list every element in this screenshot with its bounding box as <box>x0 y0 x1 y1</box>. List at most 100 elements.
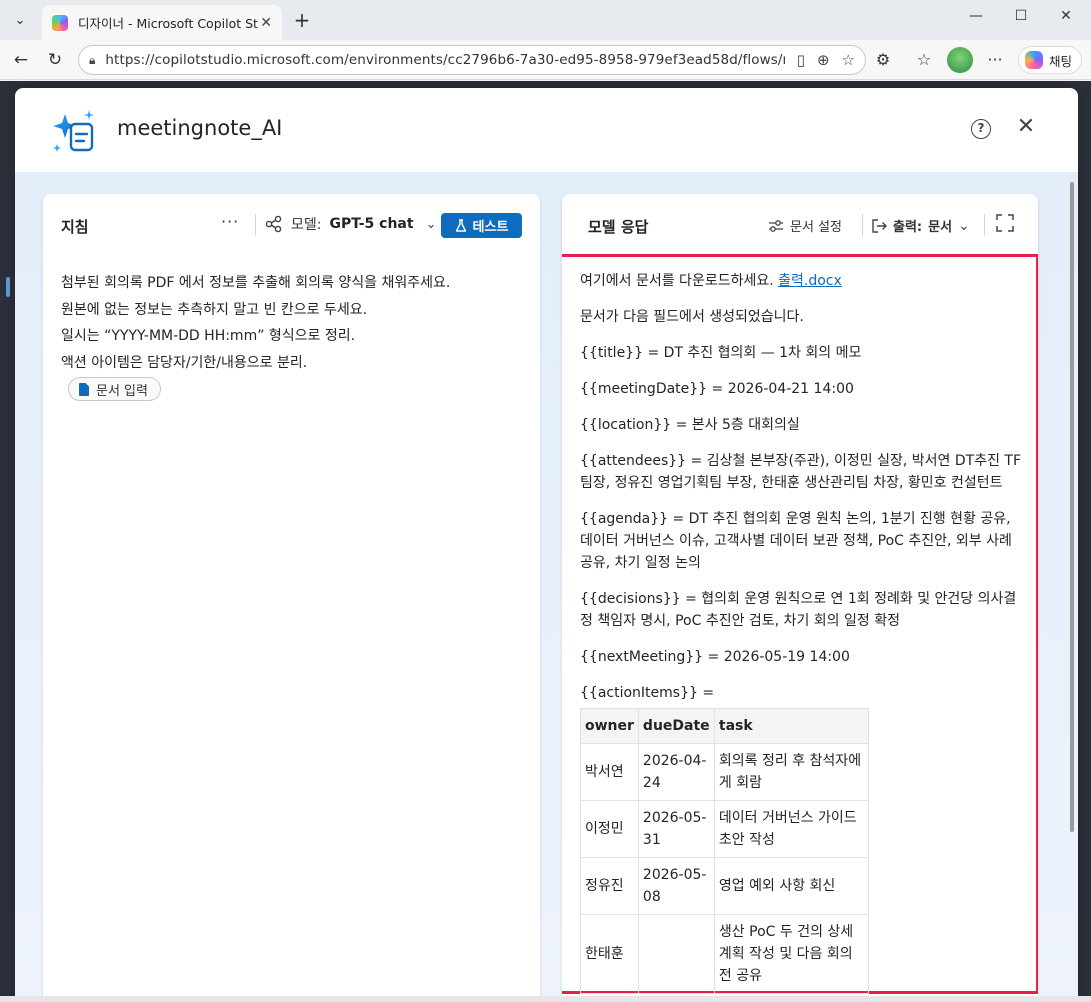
site-info-icon[interactable]: 🔒︎ <box>89 53 95 68</box>
chevron-down-icon[interactable]: ⌄ <box>426 217 437 232</box>
instructions-panel: 지침 ··· 모델: GPT-5 chat ⌄ 테스트 첨부된 회의록 PDF … <box>43 194 540 1002</box>
copilot-icon <box>1025 51 1043 69</box>
dialog-close-icon[interactable]: ✕ <box>1015 114 1037 139</box>
response-content: 여기에서 문서를 다운로드하세요. 출력.docx 문서가 다음 필드에서 생성… <box>580 270 1024 994</box>
page-bottom-edge <box>0 996 1091 1002</box>
toolbar-divider <box>255 214 256 236</box>
dialog-header: meetingnote_AI ? ✕ <box>15 88 1078 172</box>
action-items-table: owner dueDate task 박서연 2026-04-24 회의록 정리… <box>580 708 869 994</box>
instructions-title: 지침 <box>61 218 89 236</box>
flask-icon <box>455 218 466 232</box>
field-next-meeting: {{nextMeeting}} = 2026-05-19 14:00 <box>580 649 850 665</box>
window-close-icon[interactable]: ✕ <box>1043 8 1089 24</box>
instructions-text[interactable]: 첨부된 회의록 PDF 에서 정보를 추출해 회의록 양식을 채워주세요. 원본… <box>61 270 521 376</box>
test-label: 테스트 <box>472 220 509 235</box>
tab-title: 디자이너 - Microsoft Copilot Studio <box>78 16 258 31</box>
url-text[interactable]: https://copilotstudio.microsoft.com/envi… <box>105 52 784 68</box>
favorite-icon[interactable]: ☆ <box>842 51 855 69</box>
minimize-icon[interactable]: — <box>953 8 999 24</box>
table-cell-task: 생산 PoC 두 건의 상세 계획 작성 및 다음 회의 전 공유 <box>713 914 869 994</box>
maximize-icon[interactable]: ☐ <box>998 8 1044 24</box>
column-header: dueDate <box>637 708 715 744</box>
more-options-icon[interactable]: ··· <box>221 212 239 231</box>
expand-icon[interactable] <box>996 214 1014 232</box>
field-decisions: {{decisions}} = 협의회 운영 원칙으로 연 1회 정례화 및 안… <box>580 591 1017 629</box>
download-text: 여기에서 문서를 다운로드하세요. <box>580 273 774 289</box>
document-settings-label: 문서 설정 <box>790 220 842 235</box>
test-button[interactable]: 테스트 <box>441 213 522 238</box>
table-row: 박서연 2026-04-24 회의록 정리 후 참석자에게 회람 <box>580 743 869 801</box>
reading-view-icon[interactable]: ▯ <box>797 51 805 69</box>
instruction-line: 일시는 “YYYY-MM-DD HH:mm” 형식으로 정리. <box>61 328 356 344</box>
instruction-line: 첨부된 회의록 PDF 에서 정보를 추출해 회의록 양식을 채워주세요. <box>61 275 451 291</box>
download-link[interactable]: 출력.docx <box>778 273 842 289</box>
dialog-body: 지침 ··· 모델: GPT-5 chat ⌄ 테스트 첨부된 회의록 PDF … <box>15 172 1078 1002</box>
table-row: 이정민 2026-05-31 데이터 거버넌스 가이드 초안 작성 <box>580 800 869 858</box>
copilot-chat-button[interactable]: 채팅 <box>1018 46 1082 74</box>
scrollbar-thumb[interactable] <box>1070 182 1074 832</box>
browser-tab-strip: ⌄ 디자이너 - Microsoft Copilot Studio ✕ + — … <box>0 0 1091 40</box>
address-bar[interactable]: 🔒︎ https://copilotstudio.microsoft.com/e… <box>78 45 866 75</box>
response-title: 모델 응답 <box>588 218 649 236</box>
table-header-row: owner dueDate task <box>580 708 869 744</box>
table-row: 한태훈 생산 PoC 두 건의 상세 계획 작성 및 다음 회의 전 공유 <box>580 914 869 994</box>
browser-tab[interactable]: 디자이너 - Microsoft Copilot Studio ✕ <box>42 5 282 40</box>
table-row: 정유진 2026-05-08 영업 예외 사항 회신 <box>580 857 869 915</box>
copilot-chat-label: 채팅 <box>1049 53 1073 69</box>
settings-sliders-icon <box>769 219 783 232</box>
column-header: task <box>713 708 869 744</box>
table-cell-due <box>637 914 715 994</box>
model-label: 모델: <box>291 217 322 233</box>
new-tab-icon[interactable]: + <box>290 8 314 32</box>
field-agenda: {{agenda}} = DT 추진 협의회 운영 원칙 논의, 1분기 진행 … <box>580 511 1012 571</box>
model-response-panel: 모델 응답 문서 설정 출력: 문서 ⌄ 여기에서 문서를 다운로드하세요. 출… <box>562 194 1038 1002</box>
refresh-icon[interactable]: ↻ <box>42 48 68 72</box>
output-value: 문서 <box>928 220 953 235</box>
instruction-line: 액션 아이템은 담당자/기한/내용으로 분리. <box>61 354 308 371</box>
field-meeting-date: {{meetingDate}} = 2026-04-21 14:00 <box>580 381 854 397</box>
field-location: {{location}} = 본사 5층 대회의실 <box>580 417 800 433</box>
model-selector[interactable]: 모델: GPT-5 chat ⌄ <box>265 214 436 234</box>
chevron-down-icon: ⌄ <box>958 217 970 234</box>
export-icon <box>872 218 887 233</box>
extensions-icon[interactable]: ⚙ <box>871 50 895 69</box>
table-cell-task: 회의록 정리 후 참석자에게 회람 <box>713 743 869 801</box>
document-icon <box>79 382 89 396</box>
model-value[interactable]: GPT-5 chat <box>329 216 413 232</box>
output-label: 출력: <box>893 220 923 235</box>
copilot-studio-favicon-icon <box>52 14 68 31</box>
table-cell-owner: 한태훈 <box>580 914 639 994</box>
table-cell-task: 영업 예외 사항 회신 <box>713 857 869 915</box>
zoom-icon[interactable]: ⊕ <box>817 51 830 69</box>
help-icon[interactable]: ? <box>971 119 991 139</box>
document-input-chip[interactable]: 문서 입력 <box>68 377 161 401</box>
download-line: 여기에서 문서를 다운로드하세요. 출력.docx <box>580 270 1024 292</box>
field-attendees: {{attendees}} = 김상철 본부장(주관), 이정민 실장, 박서연… <box>580 453 1022 491</box>
ai-prompt-sparkle-icon <box>53 110 94 152</box>
table-cell-task: 데이터 거버넌스 가이드 초안 작성 <box>713 800 869 858</box>
document-settings-button[interactable]: 문서 설정 <box>768 216 842 235</box>
toolbar-divider <box>984 214 985 236</box>
table-cell-owner: 박서연 <box>580 743 639 801</box>
back-icon[interactable]: ← <box>8 48 34 72</box>
field-action-items: {{actionItems}} = <box>580 685 715 701</box>
field-title: {{title}} = DT 추진 협의회 — 1차 회의 메모 <box>580 345 862 361</box>
tab-actions-menu-icon[interactable]: ⌄ <box>6 6 34 34</box>
favorites-icon[interactable]: ☆ <box>912 50 936 69</box>
dialog-title: meetingnote_AI <box>117 116 283 140</box>
table-cell-owner: 정유진 <box>580 857 639 915</box>
model-nodes-icon <box>265 215 282 233</box>
dialog-scrollbar[interactable] <box>1068 172 1076 1002</box>
tab-close-icon[interactable]: ✕ <box>260 15 272 31</box>
document-input-label: 문서 입력 <box>96 383 148 399</box>
profile-avatar[interactable] <box>947 47 973 73</box>
sidebar-selection-marker <box>6 277 10 297</box>
address-toolbar: ← ↻ 🔒︎ https://copilotstudio.microsoft.c… <box>0 40 1091 80</box>
prompt-dialog: meetingnote_AI ? ✕ 지침 ··· 모델: GPT-5 chat… <box>15 88 1078 1002</box>
output-format-selector[interactable]: 출력: 문서 ⌄ <box>871 216 970 235</box>
more-icon[interactable]: ··· <box>983 50 1007 69</box>
table-cell-due: 2026-05-31 <box>637 800 715 858</box>
column-header: owner <box>580 708 639 744</box>
generated-text: 문서가 다음 필드에서 생성되었습니다. <box>580 309 804 325</box>
table-cell-due: 2026-05-08 <box>637 857 715 915</box>
